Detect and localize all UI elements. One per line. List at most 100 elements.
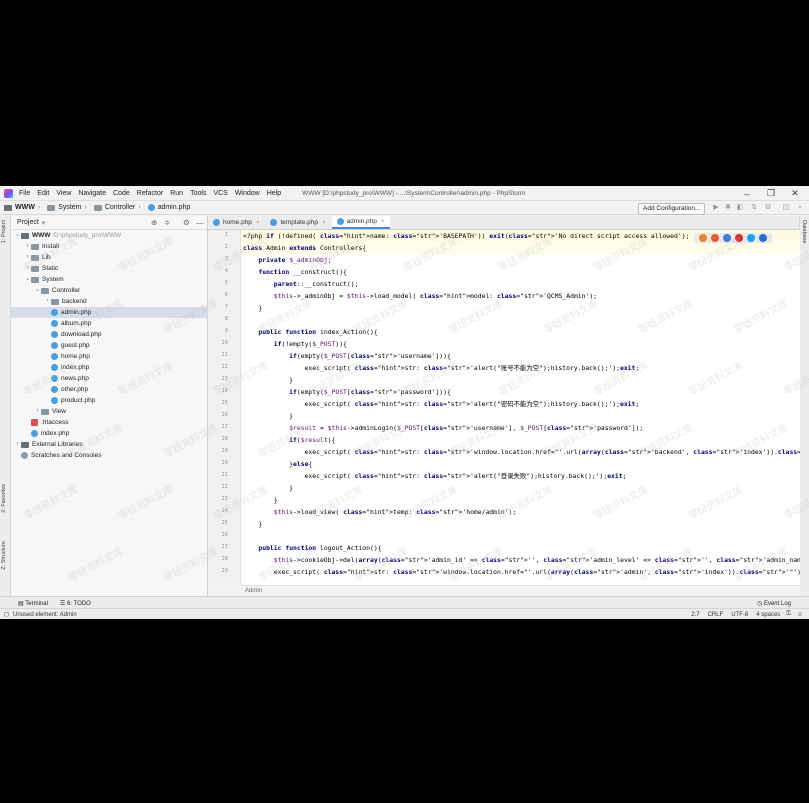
debug-icon[interactable]: ✱: [724, 204, 732, 212]
code-line[interactable]: }else{: [243, 458, 312, 470]
code-line[interactable]: exec_script( class="hint">str: class="st…: [243, 362, 640, 374]
code-line[interactable]: $result = $this->adminLogin($_POST[class…: [243, 422, 643, 434]
indent-setting[interactable]: 4 spaces: [756, 612, 780, 618]
maximize-button[interactable]: ❐: [759, 186, 783, 201]
tree-item-product-php[interactable]: product.php: [11, 395, 240, 406]
tree-item-static[interactable]: › Static: [11, 263, 220, 274]
code-line[interactable]: }: [243, 410, 293, 422]
tree-item-index-php[interactable]: index.php: [11, 362, 240, 373]
tree-item-guest-php[interactable]: guest.php: [11, 340, 240, 351]
close-tab-icon[interactable]: ×: [322, 220, 326, 226]
menu-navigate[interactable]: Navigate: [78, 190, 106, 197]
database-tool-tab[interactable]: Database: [801, 220, 807, 244]
chrome-icon[interactable]: [723, 234, 731, 242]
breadcrumb-admin-php[interactable]: admin.php: [147, 204, 190, 211]
code-line[interactable]: <?php if (!defined( class="hint">name: c…: [243, 230, 689, 242]
tree-item-view[interactable]: › View: [11, 406, 230, 417]
code-line[interactable]: $this->load_view( class="hint">temp: cla…: [243, 506, 516, 518]
tree-item-controller[interactable]: ⌄ Controller: [11, 285, 230, 296]
tree-item-backend[interactable]: › backend: [11, 296, 240, 307]
menu-vcs[interactable]: VCS: [213, 190, 227, 197]
menu-refactor[interactable]: Refactor: [137, 190, 163, 197]
tree-item-system[interactable]: ⌄ System: [11, 274, 220, 285]
search-icon[interactable]: ⌕: [796, 204, 804, 212]
editor-breadcrumb[interactable]: Admin: [241, 585, 800, 595]
code-line[interactable]: exec_script( class="hint">str: class="st…: [243, 446, 800, 458]
code-editor[interactable]: <?php if (!defined( class="hint">name: c…: [241, 230, 800, 585]
breadcrumb-system[interactable]: System ›: [47, 204, 90, 211]
caret-position[interactable]: 2:7: [691, 612, 699, 618]
close-tab-icon[interactable]: ×: [256, 220, 260, 226]
todo-tool-tab[interactable]: ☰ 6: TODO: [60, 600, 91, 607]
tree-item-scratches-and-consoles[interactable]: Scratches and Consoles: [11, 450, 210, 461]
terminal-tool-tab[interactable]: ▤ Terminal: [18, 600, 48, 607]
code-line[interactable]: exec_script( class="hint">str: class="st…: [243, 566, 800, 578]
safari-icon[interactable]: [747, 234, 755, 242]
favorites-tool-tab[interactable]: 2: Favorites: [1, 484, 7, 513]
add-configuration-button[interactable]: Add Configuration...: [638, 203, 706, 215]
vcs-icon[interactable]: ⇅: [750, 204, 758, 212]
code-line[interactable]: }: [243, 494, 278, 506]
structure-tool-tab[interactable]: Z: Structure: [1, 541, 7, 570]
locate-icon[interactable]: ⊕: [151, 218, 157, 227]
code-line[interactable]: if(empty($_POST[class="str">'username'])…: [243, 350, 451, 362]
code-line[interactable]: $this->_adminObj = $this->load_model( cl…: [243, 290, 597, 302]
project-panel-title[interactable]: Project: [17, 219, 39, 226]
tab-home-php[interactable]: home.php ×: [208, 216, 265, 229]
inspector-icon[interactable]: ☺: [797, 612, 803, 618]
tree-item-install[interactable]: › Install: [11, 241, 220, 252]
code-line[interactable]: exec_script( class="hint">str: class="st…: [243, 470, 627, 482]
tree-item-other-php[interactable]: other.php: [11, 384, 240, 395]
coverage-icon[interactable]: ◧: [736, 204, 744, 212]
menu-help[interactable]: Help: [267, 190, 281, 197]
tree-item-external-libraries[interactable]: › External Libraries: [11, 439, 210, 450]
menu-edit[interactable]: Edit: [37, 190, 49, 197]
code-line[interactable]: }: [243, 482, 293, 494]
lock-icon[interactable]: ⚿: [786, 611, 791, 618]
run-icon[interactable]: ▶: [712, 204, 720, 212]
menu-code[interactable]: Code: [113, 190, 130, 197]
code-line[interactable]: class Admin extends Controllers{: [243, 242, 366, 254]
code-line[interactable]: public function logout_Action(){: [243, 542, 381, 554]
tree-root-www[interactable]: ⌄ WWW D:\phpstudy_pro\WWW: [11, 230, 210, 241]
tree-item-news-php[interactable]: news.php: [11, 373, 240, 384]
gear-icon[interactable]: ⚙: [183, 218, 190, 227]
breadcrumb-controller[interactable]: Controller ›: [93, 204, 144, 211]
file-encoding[interactable]: UTF-8: [731, 612, 748, 618]
minimize-button[interactable]: –: [735, 186, 759, 201]
structure-icon[interactable]: ◫: [782, 204, 790, 212]
opera-icon[interactable]: [735, 234, 743, 242]
tree-item-index-php[interactable]: index.php: [11, 428, 220, 439]
event-log-tool-tab[interactable]: ◷ Event Log: [757, 600, 791, 607]
tab-template-php[interactable]: template.php ×: [265, 216, 331, 229]
code-line[interactable]: parent::__construct();: [243, 278, 359, 290]
code-line[interactable]: }: [243, 302, 262, 314]
project-tool-tab[interactable]: 1: Project: [1, 220, 7, 243]
settings-icon[interactable]: ⚙: [764, 204, 772, 212]
tab-admin-php[interactable]: admin.php ×: [331, 216, 391, 229]
code-line[interactable]: if($result){: [243, 434, 335, 446]
menu-file[interactable]: File: [19, 190, 30, 197]
tree-item-album-php[interactable]: album.php: [11, 318, 240, 329]
menu-tools[interactable]: Tools: [190, 190, 206, 197]
edge-icon[interactable]: [759, 234, 767, 242]
close-tab-icon[interactable]: ×: [381, 219, 385, 225]
code-line[interactable]: if(!empty($_POST)){: [243, 338, 347, 350]
code-line[interactable]: $this->cookieObj->del(array(class="str">…: [243, 554, 800, 566]
firefox-icon[interactable]: [711, 234, 719, 242]
close-button[interactable]: ✕: [783, 186, 807, 201]
phpstorm-browser-icon[interactable]: [699, 234, 707, 242]
hide-panel-icon[interactable]: —: [196, 218, 204, 227]
code-line[interactable]: }: [243, 374, 293, 386]
tree-item-home-php[interactable]: home.php: [11, 351, 240, 362]
menu-view[interactable]: View: [56, 190, 71, 197]
code-line[interactable]: if(empty($_POST[class="str">'password'])…: [243, 386, 451, 398]
collapse-all-icon[interactable]: ≑: [164, 218, 170, 227]
code-line[interactable]: function __construct(){: [243, 266, 347, 278]
tree-item-lib[interactable]: › Lib: [11, 252, 220, 263]
tree-item-htaccess[interactable]: .htaccess: [11, 417, 220, 428]
tree-item-download-php[interactable]: download.php: [11, 329, 240, 340]
tree-item-admin-php[interactable]: admin.php: [11, 307, 240, 318]
line-separator[interactable]: CRLF: [708, 612, 724, 618]
code-line[interactable]: private $_adminObj;: [243, 254, 331, 266]
